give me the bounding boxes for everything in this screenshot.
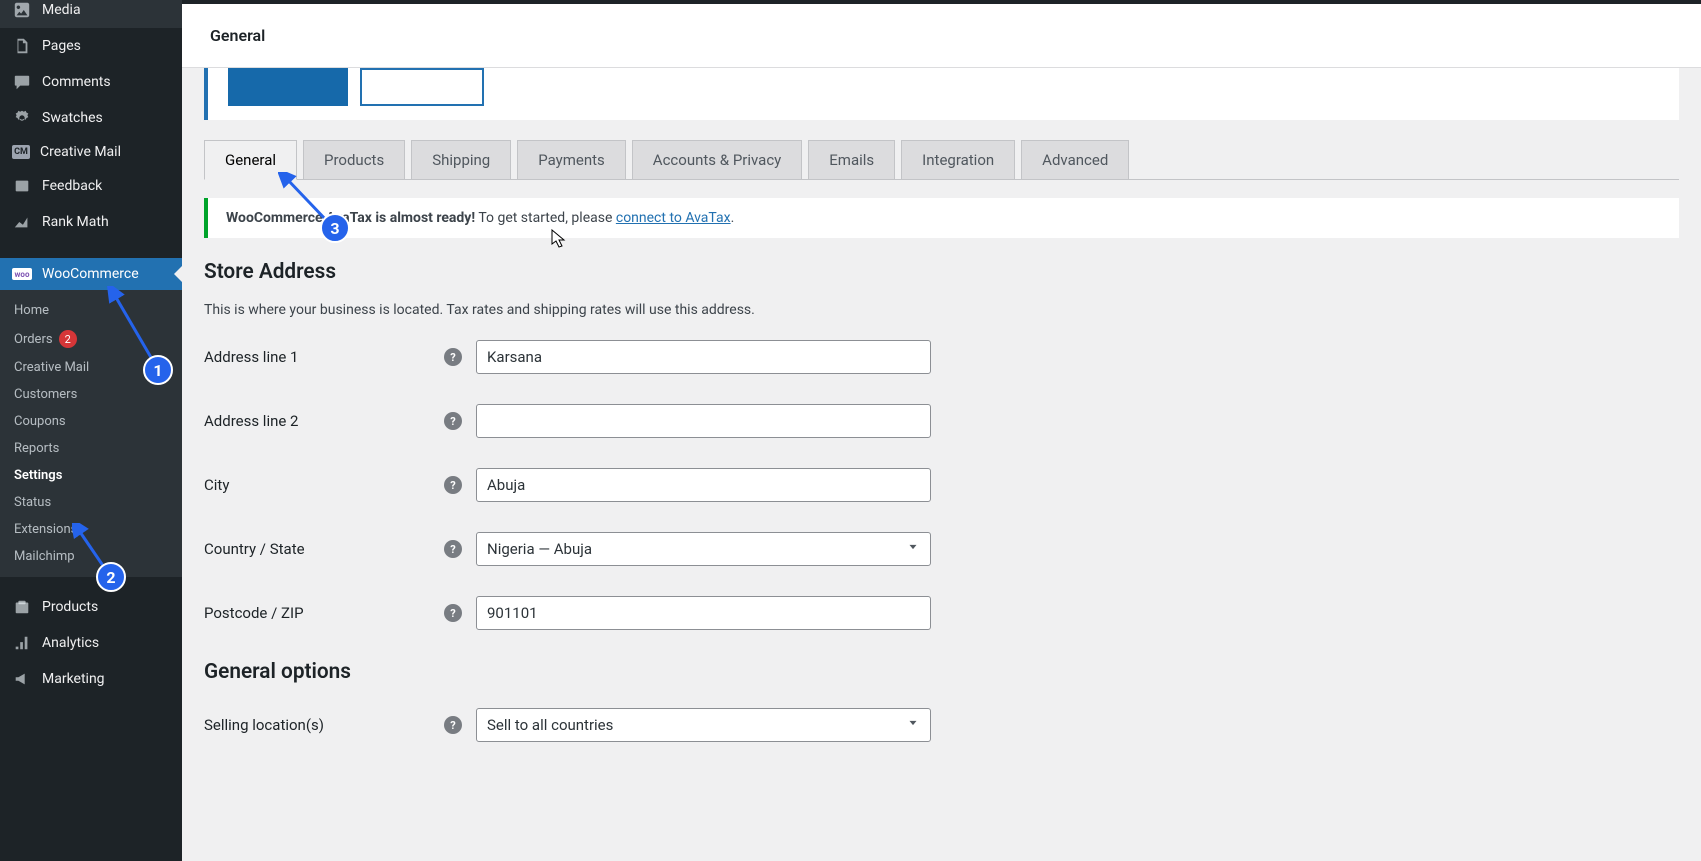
notice-end: .: [731, 210, 735, 226]
sidebar-label: Swatches: [42, 110, 103, 126]
tab-integration[interactable]: Integration: [901, 140, 1015, 179]
address2-input[interactable]: [476, 404, 931, 438]
sidebar-label: Pages: [42, 38, 81, 54]
sidebar-item-media[interactable]: Media: [0, 0, 182, 28]
tab-advanced[interactable]: Advanced: [1021, 140, 1129, 179]
store-address-heading: Store Address: [204, 260, 1679, 284]
annotation-badge-1: 1: [143, 355, 173, 385]
submenu-settings[interactable]: Settings: [0, 462, 182, 489]
avatax-notice: WooCommerce AvaTax is almost ready! To g…: [204, 198, 1679, 238]
store-address-description: This is where your business is located. …: [204, 302, 1679, 318]
address2-label: Address line 2: [204, 412, 444, 430]
submenu-coupons[interactable]: Coupons: [0, 408, 182, 435]
country-select[interactable]: Nigeria — Abuja: [476, 532, 931, 566]
sidebar-label: WooCommerce: [42, 266, 139, 282]
sidebar-label: Rank Math: [42, 214, 109, 230]
sidebar-item-rank-math[interactable]: Rank Math: [0, 204, 182, 240]
sidebar-item-swatches[interactable]: Swatches: [0, 100, 182, 136]
content-area: General General Products Shipping Paymen…: [182, 0, 1701, 861]
sidebar-item-pages[interactable]: Pages: [0, 28, 182, 64]
sidebar-label: Products: [42, 599, 98, 615]
admin-sidebar: Media Pages Comments Swatches CM Creativ…: [0, 0, 182, 861]
country-value: Nigeria — Abuja: [487, 540, 592, 558]
analytics-icon: [12, 633, 32, 653]
orders-label: Orders: [14, 332, 53, 347]
help-icon[interactable]: ?: [444, 476, 462, 494]
help-icon[interactable]: ?: [444, 412, 462, 430]
connect-avatax-link[interactable]: connect to AvaTax: [616, 210, 731, 226]
sidebar-label: Comments: [42, 74, 111, 90]
postcode-input[interactable]: [476, 596, 931, 630]
submenu-reports[interactable]: Reports: [0, 435, 182, 462]
page-title: General: [210, 26, 1673, 45]
chevron-down-icon: [906, 540, 920, 558]
annotation-badge-2: 2: [96, 562, 126, 592]
help-icon[interactable]: ?: [444, 540, 462, 558]
woo-icon: woo: [12, 268, 32, 280]
sidebar-item-feedback[interactable]: Feedback: [0, 168, 182, 204]
address1-input[interactable]: [476, 340, 931, 374]
sidebar-label: Marketing: [42, 671, 105, 687]
cursor-icon: [551, 229, 567, 249]
orders-badge: 2: [59, 330, 77, 348]
products-icon: [12, 597, 32, 617]
tab-payments[interactable]: Payments: [517, 140, 626, 179]
address1-label: Address line 1: [204, 348, 444, 366]
annotation-badge-3: 3: [320, 213, 350, 243]
banner-primary-button[interactable]: [228, 68, 348, 106]
help-icon[interactable]: ?: [444, 716, 462, 734]
settings-tabs: General Products Shipping Payments Accou…: [204, 140, 1679, 180]
submenu-customers[interactable]: Customers: [0, 381, 182, 408]
country-label: Country / State: [204, 540, 444, 558]
cm-icon: CM: [12, 145, 30, 159]
main-content: General Products Shipping Payments Accou…: [182, 68, 1701, 861]
sidebar-label: Creative Mail: [40, 144, 121, 160]
sidebar-item-comments[interactable]: Comments: [0, 64, 182, 100]
help-icon[interactable]: ?: [444, 604, 462, 622]
sidebar-label: Analytics: [42, 635, 99, 651]
chevron-down-icon: [906, 716, 920, 734]
sidebar-label: Feedback: [42, 178, 102, 194]
sidebar-item-creative-mail[interactable]: CM Creative Mail: [0, 136, 182, 168]
page-header: General: [182, 4, 1701, 68]
tab-accounts[interactable]: Accounts & Privacy: [632, 140, 802, 179]
selling-label: Selling location(s): [204, 716, 444, 734]
selling-value: Sell to all countries: [487, 716, 613, 734]
general-options-heading: General options: [204, 660, 1679, 684]
city-label: City: [204, 476, 444, 494]
postcode-label: Postcode / ZIP: [204, 604, 444, 622]
banner-secondary-button[interactable]: [360, 68, 484, 106]
comments-icon: [12, 72, 32, 92]
sidebar-item-analytics[interactable]: Analytics: [0, 625, 182, 661]
megaphone-icon: [12, 669, 32, 689]
tab-emails[interactable]: Emails: [808, 140, 895, 179]
notice-strong: WooCommerce AvaTax is almost ready!: [226, 210, 475, 226]
sidebar-item-products[interactable]: Products: [0, 589, 182, 625]
tab-shipping[interactable]: Shipping: [411, 140, 511, 179]
store-address-form: Address line 1 ? Address line 2 ? City ?…: [204, 340, 1679, 630]
chart-icon: [12, 212, 32, 232]
info-banner: [204, 68, 1679, 120]
feedback-icon: [12, 176, 32, 196]
city-input[interactable]: [476, 468, 931, 502]
sidebar-label: Media: [42, 2, 81, 18]
gear-icon: [12, 108, 32, 128]
pages-icon: [12, 36, 32, 56]
submenu-status[interactable]: Status: [0, 489, 182, 516]
notice-text: To get started, please: [475, 210, 616, 226]
media-icon: [12, 0, 32, 20]
help-icon[interactable]: ?: [444, 348, 462, 366]
selling-select[interactable]: Sell to all countries: [476, 708, 931, 742]
sidebar-item-marketing[interactable]: Marketing: [0, 661, 182, 697]
